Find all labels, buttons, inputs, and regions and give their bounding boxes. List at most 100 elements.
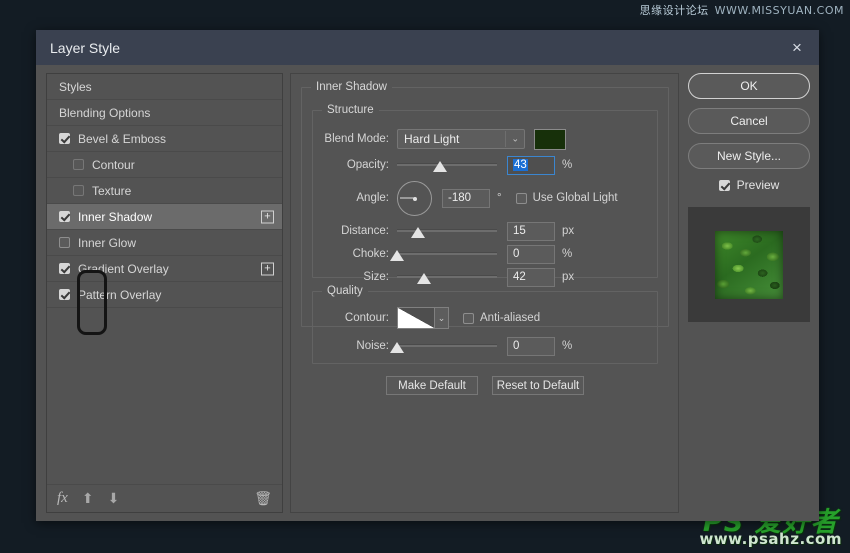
slider-thumb[interactable]: [390, 250, 404, 261]
ok-button[interactable]: OK: [688, 73, 810, 99]
blend-mode-value: Hard Light: [404, 132, 460, 146]
watermark-top-url: WWW.MISSYUAN.COM: [714, 4, 844, 17]
checkbox-icon[interactable]: [59, 211, 70, 222]
checkbox-icon[interactable]: [515, 192, 527, 204]
move-up-icon[interactable]: ⬆: [82, 490, 94, 507]
chevron-down-icon: ⌄: [511, 133, 519, 144]
size-slider[interactable]: [397, 269, 497, 285]
distance-unit: px: [562, 225, 575, 237]
opacity-unit: %: [562, 159, 573, 171]
new-style-button[interactable]: New Style...: [688, 143, 810, 169]
sidebar-item-label: Blending Options: [59, 105, 151, 120]
default-buttons-row: Make Default Reset to Default: [302, 376, 668, 395]
add-effect-icon[interactable]: +: [261, 262, 274, 275]
slider-thumb[interactable]: [411, 227, 425, 238]
dialog-body: Styles Blending Options Bevel & Emboss C…: [36, 65, 819, 521]
noise-slider[interactable]: [390, 338, 497, 354]
effects-list: Styles Blending Options Bevel & Emboss C…: [47, 74, 282, 484]
choke-unit: %: [562, 248, 573, 260]
slider-track: [397, 344, 497, 347]
angle-input[interactable]: -180: [442, 188, 490, 208]
distance-input[interactable]: 15: [507, 221, 555, 241]
noise-row: Noise: 0 %: [313, 336, 647, 356]
opacity-row: Opacity: 43 %: [313, 155, 647, 175]
shadow-color-swatch[interactable]: [534, 128, 566, 150]
watermark-top: 思缘设计论坛 WWW.MISSYUAN.COM: [640, 2, 844, 18]
sidebar-item-label: Styles: [59, 79, 92, 94]
checkbox-icon[interactable]: [73, 185, 84, 196]
sidebar-item-gradient-overlay[interactable]: Gradient Overlay +: [47, 256, 282, 282]
choke-value: 0: [513, 248, 520, 260]
cancel-button[interactable]: Cancel: [688, 108, 810, 134]
contour-preset-swatch[interactable]: [397, 307, 435, 329]
opacity-label: Opacity:: [346, 159, 389, 171]
choke-input[interactable]: 0: [507, 244, 555, 264]
sidebar-item-pattern-overlay[interactable]: Pattern Overlay: [47, 282, 282, 308]
close-icon[interactable]: ×: [783, 34, 811, 62]
preview-thumbnail-box: [688, 207, 810, 322]
choke-slider[interactable]: [390, 246, 497, 262]
select-divider: [505, 131, 506, 147]
checkbox-icon[interactable]: [718, 179, 730, 191]
blend-mode-label: Blend Mode:: [324, 133, 389, 145]
use-global-light-checkbox[interactable]: Use Global Light: [515, 192, 618, 204]
slider-track: [397, 275, 497, 278]
slider-thumb[interactable]: [390, 342, 404, 353]
angle-hub: [413, 196, 417, 201]
watermark-top-cn: 思缘设计论坛: [639, 4, 709, 17]
opacity-slider[interactable]: [397, 157, 497, 173]
watermark-bottom-url: www.psahz.com: [699, 530, 842, 548]
structure-group-title: Structure: [322, 104, 379, 116]
sidebar-item-label: Gradient Overlay: [78, 261, 169, 276]
anti-aliased-label: Anti-aliased: [480, 312, 541, 324]
blend-mode-select[interactable]: Hard Light ⌄: [397, 129, 525, 149]
size-input[interactable]: 42: [507, 267, 555, 287]
contour-label: Contour:: [344, 312, 389, 324]
sidebar-footer-toolbar: fx ⬆ ⬇ 🗑: [47, 484, 282, 512]
opacity-input[interactable]: 43: [507, 155, 555, 175]
noise-label: Noise:: [356, 340, 389, 352]
checkbox-icon[interactable]: [59, 263, 70, 274]
sidebar-item-inner-shadow[interactable]: Inner Shadow +: [47, 204, 282, 230]
sidebar-item-blending-options[interactable]: Blending Options: [47, 100, 282, 126]
trash-icon[interactable]: 🗑: [254, 490, 272, 507]
sidebar-item-label: Bevel & Emboss: [78, 131, 167, 146]
effects-sidebar: Styles Blending Options Bevel & Emboss C…: [46, 73, 283, 513]
contour-dropdown-icon[interactable]: ⌄: [435, 307, 449, 329]
sidebar-item-styles[interactable]: Styles: [47, 74, 282, 100]
size-label: Size:: [363, 271, 389, 283]
anti-aliased-checkbox[interactable]: Anti-aliased: [463, 312, 540, 324]
slider-thumb[interactable]: [417, 273, 431, 284]
preview-checkbox[interactable]: Preview: [688, 178, 810, 192]
add-effect-icon[interactable]: +: [261, 210, 274, 223]
distance-slider[interactable]: [397, 223, 497, 239]
size-value: 42: [513, 271, 526, 283]
make-default-button[interactable]: Make Default: [386, 376, 478, 395]
distance-row: Distance: 15 px: [313, 221, 647, 241]
fx-icon[interactable]: fx: [57, 490, 68, 507]
noise-input[interactable]: 0: [507, 336, 555, 356]
sidebar-item-inner-glow[interactable]: Inner Glow: [47, 230, 282, 256]
sidebar-item-label: Pattern Overlay: [78, 287, 162, 302]
checkbox-icon[interactable]: [463, 312, 474, 324]
sidebar-item-texture[interactable]: Texture: [47, 178, 282, 204]
structure-group: Structure Blend Mode: Hard Light ⌄ Opaci…: [312, 104, 658, 287]
use-global-light-label: Use Global Light: [532, 192, 618, 204]
checkbox-icon[interactable]: [59, 237, 70, 248]
checkbox-icon[interactable]: [59, 133, 70, 144]
move-down-icon[interactable]: ⬇: [108, 490, 120, 507]
dialog-title: Layer Style: [50, 39, 121, 56]
sidebar-item-contour[interactable]: Contour: [47, 152, 282, 178]
quality-group: Quality Contour: ⌄ Anti-aliased Noise: 0…: [312, 285, 658, 364]
checkbox-icon[interactable]: [59, 289, 70, 300]
checkbox-icon[interactable]: [73, 159, 84, 170]
angle-row: Angle: -180 ° Use Global Light: [313, 179, 647, 217]
sidebar-item-bevel-emboss[interactable]: Bevel & Emboss: [47, 126, 282, 152]
angle-dial[interactable]: [397, 180, 432, 216]
sidebar-item-label: Contour: [92, 157, 135, 172]
reset-to-default-button[interactable]: Reset to Default: [492, 376, 584, 395]
layer-style-dialog: Layer Style × Styles Blending Options Be…: [36, 30, 819, 521]
slider-thumb[interactable]: [433, 161, 447, 172]
angle-unit: °: [497, 192, 502, 204]
preview-label: Preview: [736, 178, 780, 192]
